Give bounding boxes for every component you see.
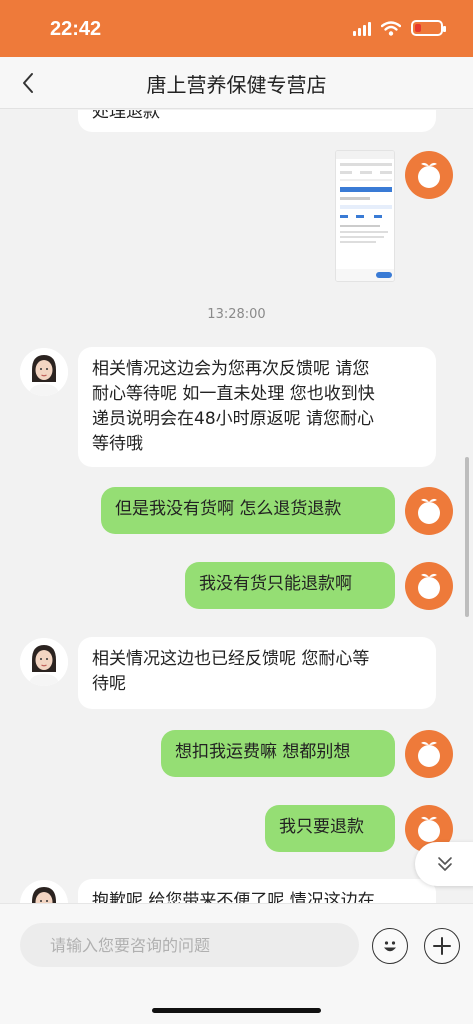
message-bubble-sent[interactable]: 我只要退款	[265, 805, 395, 852]
agent-portrait-icon	[20, 880, 68, 903]
message-bubble-received[interactable]: 相关情况这边会为您再次反馈呢 请您 耐心等待呢 如一直未处理 您也收到快 递员说…	[78, 347, 436, 467]
message-input-bar	[0, 903, 473, 1024]
orange-fruit-icon	[418, 498, 440, 524]
status-time: 22:42	[50, 18, 102, 40]
message-text: 想扣我运费嘛 想都别想	[175, 742, 351, 762]
wifi-icon	[381, 20, 401, 36]
plus-icon	[433, 937, 451, 955]
message-text-line: 待呢	[92, 674, 126, 694]
agent-avatar[interactable]	[20, 880, 68, 903]
message-text: 处理退款	[92, 110, 160, 122]
message-bubble-received[interactable]: 抱歉呢 给您带来不便了呢 情况这边在	[78, 879, 436, 903]
orange-fruit-icon	[418, 741, 440, 767]
message-text: 但是我没有货啊 怎么退货退款	[115, 499, 342, 519]
agent-portrait-icon	[20, 638, 68, 686]
scroll-to-bottom-button[interactable]	[415, 842, 473, 886]
message-text-line: 耐心等待呢 如一直未处理 您也收到快	[92, 384, 375, 404]
add-attachment-button[interactable]	[424, 928, 460, 964]
signal-icon	[353, 20, 371, 36]
chat-message-list[interactable]: 处理退款 13:28:00 相关情况这边会为您再次反馈呢 请您 耐心等待呢 如一…	[0, 110, 473, 903]
smiley-icon	[384, 941, 396, 952]
agent-avatar[interactable]	[20, 348, 68, 396]
message-text: 我只要退款	[279, 817, 364, 837]
home-indicator[interactable]	[152, 1008, 321, 1013]
message-bubble-received[interactable]: 相关情况这边也已经反馈呢 您耐心等 待呢	[78, 637, 436, 709]
message-bubble-sent[interactable]: 我没有货只能退款啊	[185, 562, 395, 609]
double-chevron-down-icon	[438, 857, 452, 871]
orange-fruit-icon	[418, 162, 440, 188]
status-icons	[353, 20, 446, 36]
orange-fruit-icon	[418, 573, 440, 599]
message-text-line: 相关情况这边会为您再次反馈呢 请您	[92, 359, 370, 379]
user-avatar[interactable]	[405, 730, 453, 778]
agent-avatar[interactable]	[20, 638, 68, 686]
message-text-line: 递员说明会在48小时原返呢 请您耐心	[92, 409, 375, 429]
message-text-line: 相关情况这边也已经反馈呢 您耐心等	[92, 649, 370, 669]
orange-fruit-icon	[418, 816, 440, 842]
scrollbar[interactable]	[465, 457, 469, 617]
message-input[interactable]	[20, 923, 359, 967]
battery-icon	[411, 20, 446, 36]
message-timestamp: 13:28:00	[207, 307, 266, 322]
message-text: 抱歉呢 给您带来不便了呢 情况这边在	[92, 891, 375, 903]
message-text: 我没有货只能退款啊	[199, 574, 352, 594]
emoji-button[interactable]	[372, 928, 408, 964]
screenshot-thumbnail-image	[336, 151, 394, 281]
page-title: 唐上营养保健专营店	[146, 73, 327, 97]
nav-bar: 唐上营养保健专营店	[0, 57, 473, 109]
agent-portrait-icon	[20, 348, 68, 396]
user-avatar[interactable]	[405, 562, 453, 610]
message-bubble-sent[interactable]: 但是我没有货啊 怎么退货退款	[101, 487, 395, 534]
user-avatar[interactable]	[405, 487, 453, 535]
message-bubble-received[interactable]: 处理退款	[78, 110, 436, 132]
message-text-line: 等待哦	[92, 434, 143, 454]
status-bar: 22:42	[0, 0, 473, 57]
image-message-thumbnail[interactable]	[335, 150, 395, 282]
user-avatar[interactable]	[405, 151, 453, 199]
message-bubble-sent[interactable]: 想扣我运费嘛 想都别想	[161, 730, 395, 777]
